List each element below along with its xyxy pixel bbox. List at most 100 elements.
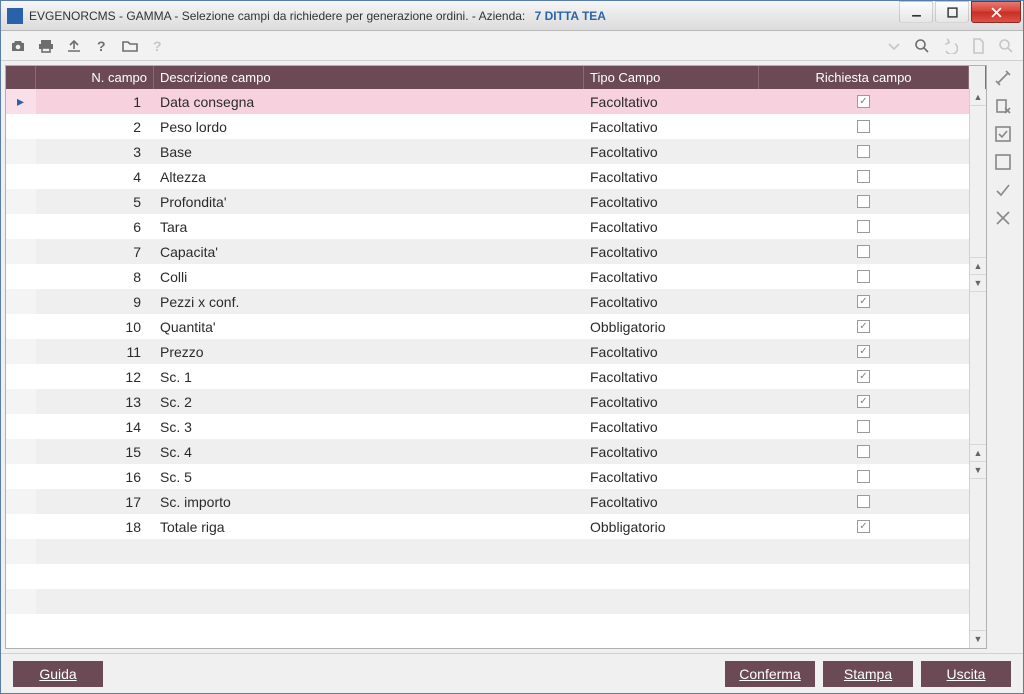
cell-richiesta[interactable]	[759, 389, 969, 414]
checkbox[interactable]	[857, 495, 870, 508]
uscita-button[interactable]: Uscita	[921, 661, 1011, 687]
table-row-empty[interactable]	[6, 564, 986, 589]
table-row[interactable]: 14Sc. 3Facoltativo	[6, 414, 986, 439]
checkbox[interactable]	[857, 370, 870, 383]
scroll-down-1[interactable]: ▼	[970, 631, 986, 648]
cell-richiesta[interactable]	[759, 89, 969, 114]
checkbox[interactable]	[857, 220, 870, 233]
checkbox[interactable]	[857, 170, 870, 183]
confirm-icon[interactable]	[994, 181, 1012, 199]
cell-richiesta[interactable]	[759, 514, 969, 539]
table-row[interactable]: ▸1Data consegnaFacoltativo	[6, 89, 986, 114]
minimize-button[interactable]	[899, 1, 933, 23]
cell-descrizione: Sc. 5	[154, 464, 584, 489]
vertical-scrollbar[interactable]: ▲ ▲ ▼ ▲ ▼ ▼	[969, 89, 986, 648]
checkbox[interactable]	[857, 520, 870, 533]
checkbox[interactable]	[857, 95, 870, 108]
scroll-gap-1[interactable]: ▲	[970, 258, 986, 275]
cell-richiesta[interactable]	[759, 314, 969, 339]
check-all-icon[interactable]	[994, 125, 1012, 143]
dropdown-icon[interactable]	[885, 37, 903, 55]
cell-richiesta[interactable]	[759, 114, 969, 139]
table-row[interactable]: 4AltezzaFacoltativo	[6, 164, 986, 189]
checkbox[interactable]	[857, 245, 870, 258]
header-descrizione[interactable]: Descrizione campo	[154, 66, 584, 89]
grid-body[interactable]: ▸1Data consegnaFacoltativo2Peso lordoFac…	[6, 89, 986, 648]
cell-richiesta[interactable]	[759, 139, 969, 164]
checkbox[interactable]	[857, 395, 870, 408]
checkbox[interactable]	[857, 320, 870, 333]
row-indicator	[6, 464, 36, 489]
cell-richiesta[interactable]	[759, 164, 969, 189]
data-grid[interactable]: N. campo Descrizione campo Tipo Campo Ri…	[5, 65, 987, 649]
table-row[interactable]: 17Sc. importoFacoltativo	[6, 489, 986, 514]
tools-icon[interactable]	[994, 69, 1012, 87]
cell-richiesta[interactable]	[759, 239, 969, 264]
scroll-track-3[interactable]	[970, 479, 986, 631]
scroll-up-1[interactable]: ▲	[970, 89, 986, 106]
upload-icon[interactable]	[65, 37, 83, 55]
checkbox[interactable]	[857, 445, 870, 458]
search2-icon[interactable]	[997, 37, 1015, 55]
cell-richiesta[interactable]	[759, 289, 969, 314]
stampa-button[interactable]: Stampa	[823, 661, 913, 687]
table-row[interactable]: 3BaseFacoltativo	[6, 139, 986, 164]
cell-richiesta[interactable]	[759, 464, 969, 489]
table-row[interactable]: 9Pezzi x conf.Facoltativo	[6, 289, 986, 314]
undo-icon[interactable]	[941, 37, 959, 55]
cell-richiesta[interactable]	[759, 214, 969, 239]
close-button[interactable]	[971, 1, 1021, 23]
checkbox[interactable]	[857, 120, 870, 133]
checkbox[interactable]	[857, 270, 870, 283]
uncheck-all-icon[interactable]	[994, 153, 1012, 171]
cell-richiesta[interactable]	[759, 439, 969, 464]
maximize-button[interactable]	[935, 1, 969, 23]
cell-richiesta[interactable]	[759, 489, 969, 514]
table-row-empty[interactable]	[6, 614, 986, 639]
checkbox[interactable]	[857, 470, 870, 483]
camera-icon[interactable]	[9, 37, 27, 55]
folder-icon[interactable]	[121, 37, 139, 55]
header-richiesta[interactable]: Richiesta campo	[759, 66, 969, 89]
table-row[interactable]: 13Sc. 2Facoltativo	[6, 389, 986, 414]
header-tipo[interactable]: Tipo Campo	[584, 66, 759, 89]
document-icon[interactable]	[969, 37, 987, 55]
cell-richiesta[interactable]	[759, 414, 969, 439]
checkbox[interactable]	[857, 195, 870, 208]
cell-richiesta[interactable]	[759, 339, 969, 364]
checkbox[interactable]	[857, 295, 870, 308]
conferma-button[interactable]: Conferma	[725, 661, 815, 687]
table-row-empty[interactable]	[6, 589, 986, 614]
cell-richiesta[interactable]	[759, 189, 969, 214]
table-row[interactable]: 18Totale rigaObbligatorio	[6, 514, 986, 539]
help-icon[interactable]: ?	[93, 37, 111, 55]
cell-richiesta[interactable]	[759, 264, 969, 289]
scroll-gap-4[interactable]: ▼	[970, 462, 986, 479]
print-icon[interactable]	[37, 37, 55, 55]
scroll-gap-2[interactable]: ▼	[970, 275, 986, 292]
table-row[interactable]: 7Capacita'Facoltativo	[6, 239, 986, 264]
scroll-track-2[interactable]	[970, 292, 986, 444]
table-row[interactable]: 12Sc. 1Facoltativo	[6, 364, 986, 389]
row-indicator	[6, 439, 36, 464]
header-numero[interactable]: N. campo	[36, 66, 154, 89]
search-icon[interactable]	[913, 37, 931, 55]
checkbox[interactable]	[857, 420, 870, 433]
cell-richiesta[interactable]	[759, 364, 969, 389]
cancel-icon[interactable]	[994, 209, 1012, 227]
table-row[interactable]: 8ColliFacoltativo	[6, 264, 986, 289]
table-row[interactable]: 2Peso lordoFacoltativo	[6, 114, 986, 139]
checkbox[interactable]	[857, 345, 870, 358]
table-row[interactable]: 6TaraFacoltativo	[6, 214, 986, 239]
table-row-empty[interactable]	[6, 539, 986, 564]
guida-button[interactable]: Guida	[13, 661, 103, 687]
checkbox[interactable]	[857, 145, 870, 158]
table-row[interactable]: 11PrezzoFacoltativo	[6, 339, 986, 364]
table-row[interactable]: 5Profondita'Facoltativo	[6, 189, 986, 214]
table-row[interactable]: 10Quantita'Obbligatorio	[6, 314, 986, 339]
delete-row-icon[interactable]	[994, 97, 1012, 115]
table-row[interactable]: 15Sc. 4Facoltativo	[6, 439, 986, 464]
scroll-track-1[interactable]	[970, 106, 986, 258]
scroll-gap-3[interactable]: ▲	[970, 445, 986, 462]
table-row[interactable]: 16Sc. 5Facoltativo	[6, 464, 986, 489]
